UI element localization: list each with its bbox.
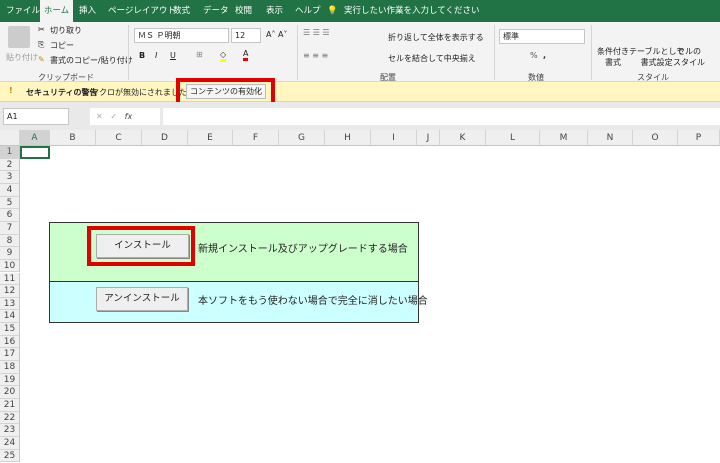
ribbon: 貼り付け ✂ 切り取り ⎘ コピー ✎ 書式のコピー/貼り付け クリップボード … — [0, 22, 720, 82]
row-header[interactable]: 18 — [0, 361, 20, 374]
underline-button[interactable]: U — [170, 51, 176, 60]
install-description: 新規インストール及びアップグレードする場合 — [198, 244, 408, 255]
row-header[interactable]: 22 — [0, 411, 20, 425]
row-header[interactable]: 24 — [0, 436, 20, 450]
row-header[interactable]: 1 — [0, 146, 20, 159]
name-box[interactable]: A1 — [3, 108, 69, 125]
italic-button[interactable]: I — [155, 51, 157, 60]
row-header[interactable]: 23 — [0, 424, 20, 437]
cell-styles-button[interactable]: セルの スタイル — [673, 46, 705, 68]
row-header[interactable]: 6 — [0, 209, 20, 222]
column-header[interactable]: M — [540, 130, 588, 146]
column-header[interactable]: P — [678, 130, 720, 146]
tab-home[interactable]: ホーム — [40, 0, 73, 22]
row-header[interactable]: 25 — [0, 449, 20, 463]
formula-input[interactable] — [163, 108, 720, 125]
select-all-corner[interactable] — [0, 130, 20, 146]
install-highlight-box — [87, 226, 195, 266]
column-header[interactable]: K — [440, 130, 486, 146]
formula-bar: A1 ✕ ✓ fx — [0, 102, 720, 130]
row-header[interactable]: 17 — [0, 348, 20, 362]
brush-icon: ✎ — [38, 55, 45, 64]
row-header[interactable]: 8 — [0, 234, 20, 248]
column-header[interactable]: E — [188, 130, 233, 146]
tell-me-input[interactable]: 実行したい作業を入力してください — [344, 0, 480, 22]
column-header[interactable]: G — [279, 130, 325, 146]
font-name-select[interactable]: ＭＳ Ｐ明朝 — [134, 28, 229, 43]
row-header[interactable]: 14 — [0, 310, 20, 324]
paste-button[interactable]: 貼り付け — [6, 52, 38, 63]
tab-page-layout[interactable]: ページレイアウト — [108, 0, 176, 22]
ribbon-tabs: ファイル ホーム 挿入 ページレイアウト 数式 データ 校閲 表示 ヘルプ 💡 … — [0, 0, 720, 22]
column-header[interactable]: D — [142, 130, 188, 146]
uninstall-description: 本ソフトをもう使わない場合で完全に消したい場合 — [198, 296, 428, 307]
row-header[interactable]: 2 — [0, 158, 20, 172]
tab-formulas[interactable]: 数式 — [173, 0, 190, 22]
copy-icon: ⎘ — [38, 40, 45, 49]
column-header[interactable]: A — [20, 130, 50, 146]
number-format-select[interactable]: 標準 — [499, 29, 585, 44]
column-header[interactable]: O — [633, 130, 678, 146]
row-header[interactable]: 20 — [0, 386, 20, 399]
row-header[interactable]: 16 — [0, 335, 20, 349]
tab-help[interactable]: ヘルプ — [295, 0, 321, 22]
column-header[interactable]: J — [417, 130, 440, 146]
uninstall-button[interactable]: アンインストール — [96, 287, 188, 311]
tab-file[interactable]: ファイル — [6, 0, 42, 22]
align-top-icons[interactable]: ☰ ☰ ☰ — [303, 28, 330, 37]
row-header[interactable]: 12 — [0, 285, 20, 298]
row-header[interactable]: 21 — [0, 399, 20, 412]
column-header[interactable]: L — [486, 130, 540, 146]
font-size-select[interactable]: 12 — [231, 28, 261, 43]
tab-review[interactable]: 校閲 — [235, 0, 252, 22]
bold-button[interactable]: B — [139, 51, 145, 60]
percent-button[interactable]: % — [530, 51, 538, 60]
row-header[interactable]: 19 — [0, 373, 20, 387]
paste-icon[interactable] — [8, 26, 30, 48]
grow-font-icon[interactable]: A˄ A˅ — [266, 30, 288, 39]
row-header[interactable]: 3 — [0, 171, 20, 184]
border-icon[interactable]: ⊞ — [196, 50, 203, 59]
column-header[interactable]: C — [96, 130, 142, 146]
font-color-icon[interactable]: A — [243, 49, 249, 61]
row-header[interactable]: 11 — [0, 272, 20, 286]
row-header[interactable]: 15 — [0, 323, 20, 336]
scissors-icon: ✂ — [38, 25, 45, 34]
column-header[interactable]: B — [50, 130, 96, 146]
warning-icon: ! — [9, 86, 13, 95]
row-header[interactable]: 7 — [0, 221, 20, 235]
row-header[interactable]: 4 — [0, 183, 20, 197]
row-header[interactable]: 10 — [0, 259, 20, 273]
align-left-icons[interactable]: ≡ ≡ ≡ — [303, 51, 328, 60]
lightbulb-icon: 💡 — [327, 6, 338, 16]
copy-button[interactable]: コピー — [50, 40, 74, 51]
row-header[interactable]: 5 — [0, 196, 20, 210]
row-header[interactable]: 13 — [0, 297, 20, 311]
security-title: セキュリティの警告 — [26, 88, 98, 97]
merge-center-button[interactable]: セルを結合して中央揃え — [388, 53, 476, 64]
column-header[interactable]: H — [325, 130, 371, 146]
format-painter-button[interactable]: 書式のコピー/貼り付け — [50, 55, 133, 66]
active-cell[interactable] — [20, 146, 50, 159]
row-header[interactable]: 9 — [0, 247, 20, 260]
column-header[interactable]: F — [233, 130, 279, 146]
security-warning-bar: ! セキュリティの警告 マクロが無効にされました。 コンテンツの有効化 — [0, 82, 720, 102]
column-header[interactable]: N — [588, 130, 633, 146]
tab-insert[interactable]: 挿入 — [79, 0, 96, 22]
wrap-text-button[interactable]: 折り返して全体を表示する — [388, 32, 484, 43]
fx-icon[interactable]: fx — [125, 112, 133, 121]
cut-button[interactable]: 切り取り — [50, 25, 82, 36]
comma-button[interactable]: , — [543, 51, 546, 60]
tab-data[interactable]: データ — [203, 0, 229, 22]
conditional-format-button[interactable]: 条件付き 書式 — [597, 46, 629, 68]
formula-buttons: ✕ ✓ fx — [90, 108, 160, 125]
tab-view[interactable]: 表示 — [266, 0, 283, 22]
column-header[interactable]: I — [371, 130, 417, 146]
fill-color-icon[interactable]: ◇ — [220, 50, 227, 62]
